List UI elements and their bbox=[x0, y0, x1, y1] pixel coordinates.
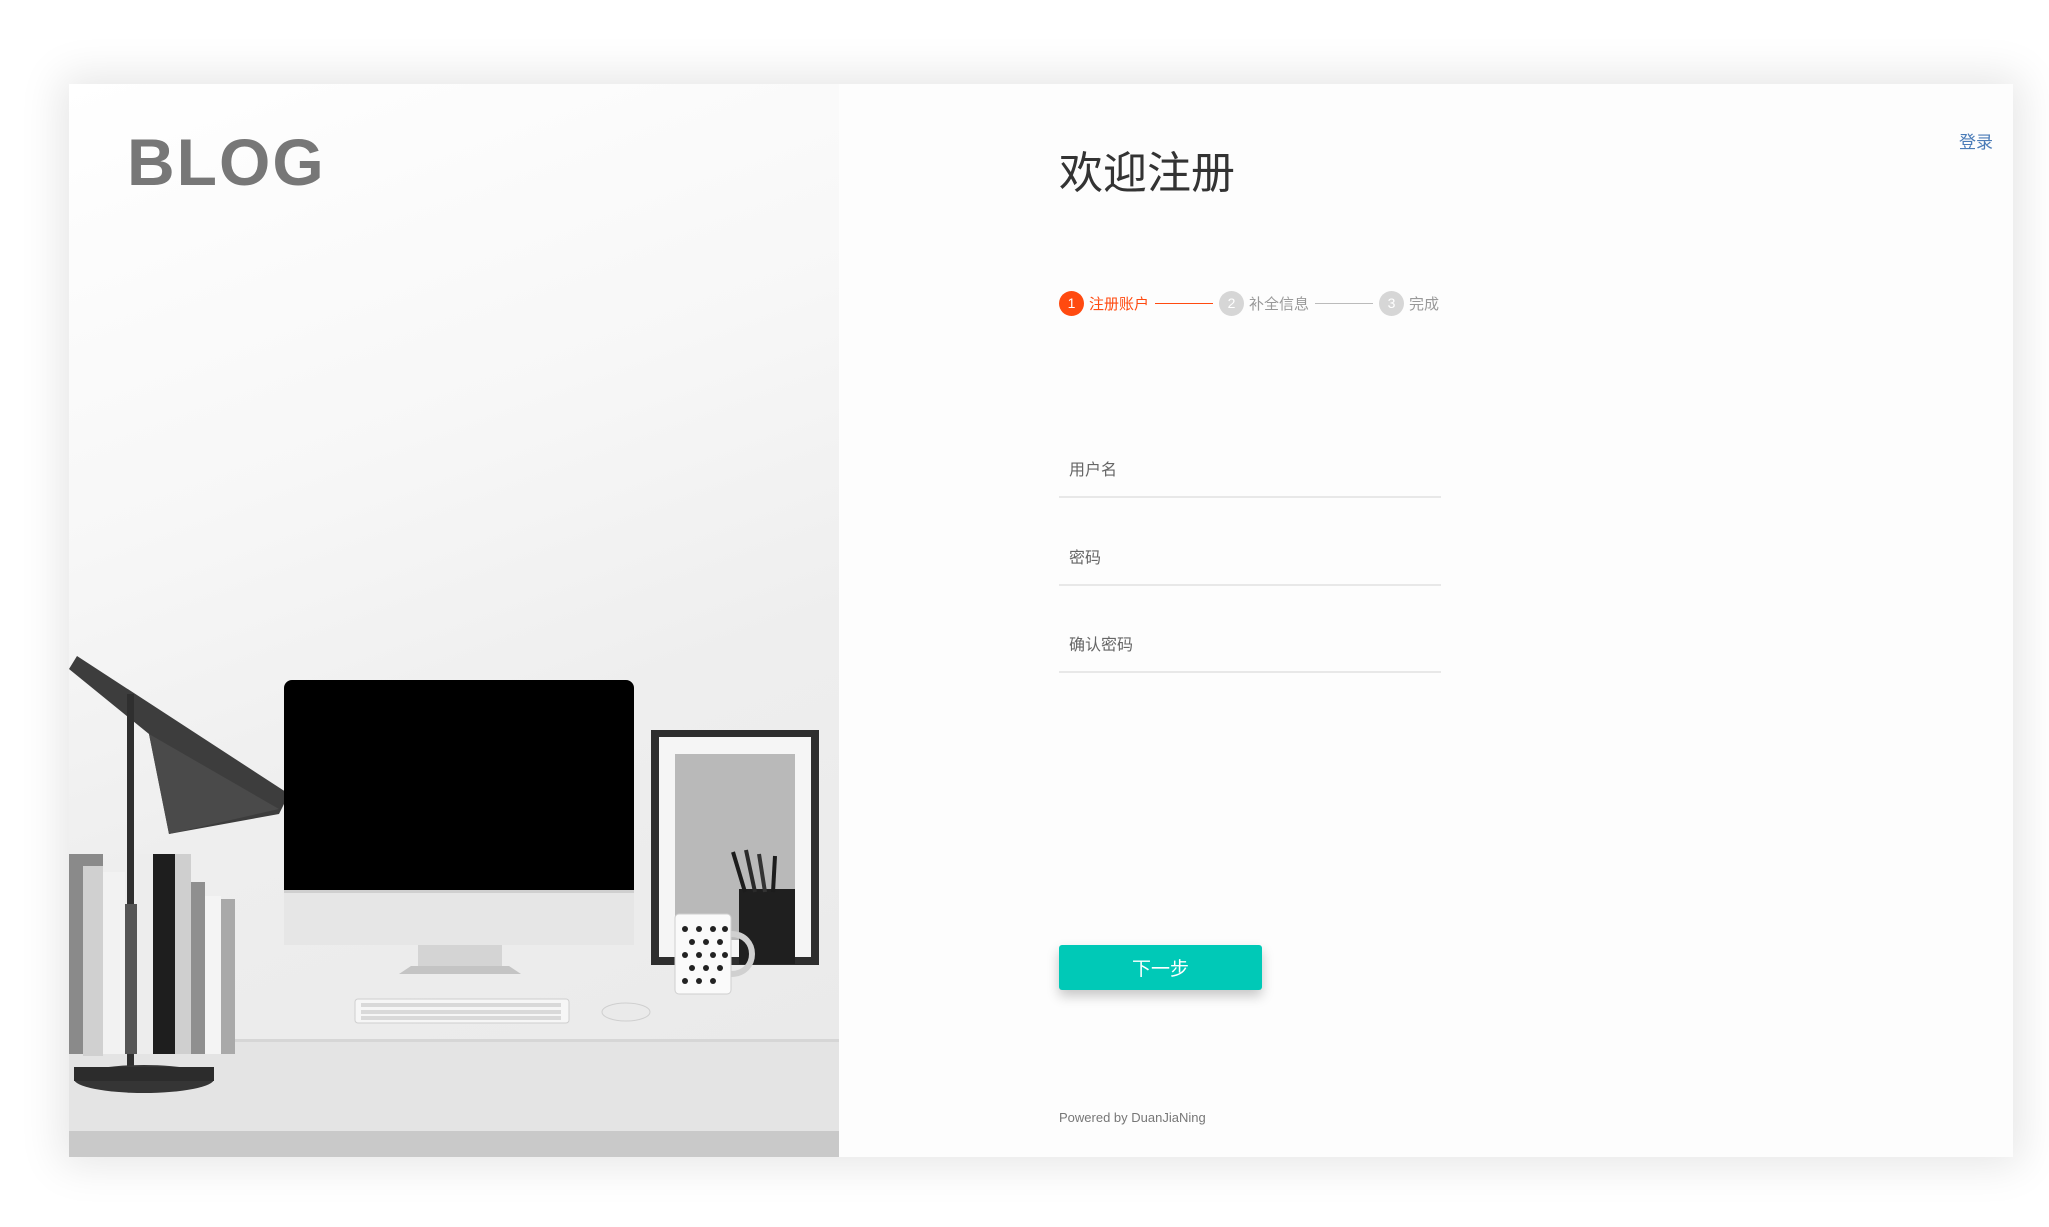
step-indicator: 1 注册账户 2 补全信息 3 完成 bbox=[1059, 290, 1439, 316]
step-complete-info: 2 补全信息 bbox=[1219, 290, 1310, 316]
brand-logo: BLOG bbox=[127, 125, 326, 199]
confirm-password-field bbox=[1059, 621, 1441, 673]
confirm-password-input[interactable] bbox=[1059, 621, 1441, 671]
password-field bbox=[1059, 534, 1441, 586]
step-number-3: 3 bbox=[1379, 290, 1405, 316]
register-form: 欢迎注册 1 注册账户 2 补全信息 3 完成 下一步 bbox=[1059, 144, 1659, 1125]
step-label-2: 补全信息 bbox=[1249, 295, 1310, 313]
username-input[interactable] bbox=[1059, 446, 1441, 496]
step-connector-1 bbox=[1155, 302, 1214, 304]
login-link[interactable]: 登录 bbox=[1959, 128, 1993, 153]
step-connector-2 bbox=[1315, 302, 1374, 304]
register-card: BLOG 登录 欢迎注册 1 注册账户 2 补全信息 3 完成 用户名 下一步 … bbox=[69, 84, 2013, 1157]
step-number-1: 1 bbox=[1059, 290, 1084, 316]
powered-by-footer: Powered by DuanJiaNing bbox=[1059, 1110, 1206, 1125]
step-number-2: 2 bbox=[1219, 290, 1245, 316]
step-register-account: 1 注册账户 bbox=[1059, 290, 1150, 316]
step-label-1: 注册账户 bbox=[1089, 295, 1150, 313]
hero-image-panel: BLOG bbox=[69, 84, 839, 1157]
page-title: 欢迎注册 bbox=[1059, 149, 1235, 198]
username-field bbox=[1059, 446, 1441, 498]
step-label-3: 完成 bbox=[1409, 295, 1440, 313]
step-finish: 3 完成 bbox=[1379, 290, 1440, 316]
desk-workspace-illustration bbox=[69, 656, 839, 1157]
next-step-button[interactable]: 下一步 bbox=[1059, 945, 1262, 990]
password-input[interactable] bbox=[1059, 534, 1441, 584]
